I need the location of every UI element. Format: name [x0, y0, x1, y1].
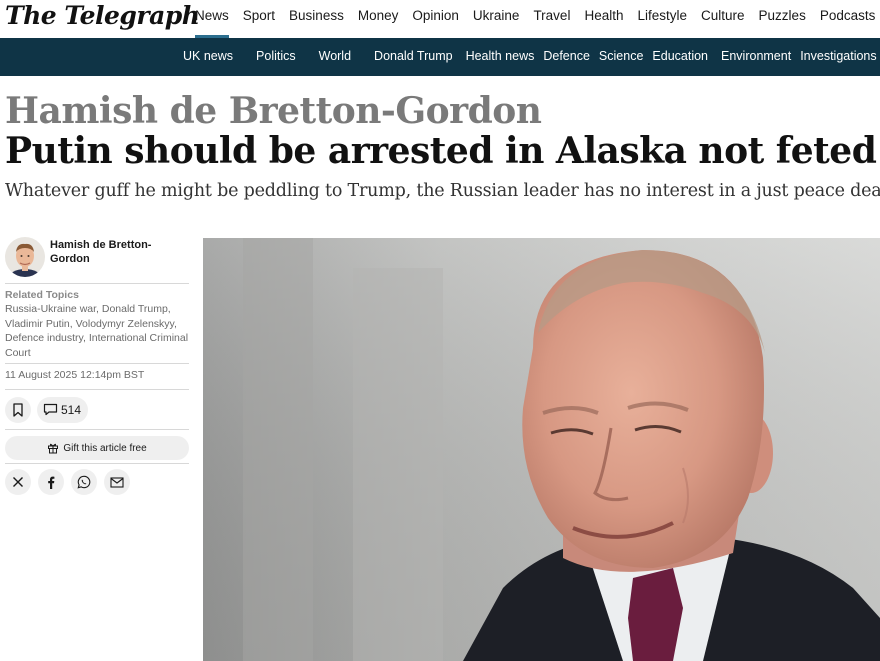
whatsapp-icon — [77, 475, 91, 489]
related-topics: Related Topics Russia-Ukraine war, Donal… — [5, 284, 189, 363]
nav-item-opinion[interactable]: Opinion — [412, 8, 459, 38]
publish-date: 11 August 2025 12:14pm BST — [5, 369, 145, 381]
subnav-item-defence[interactable]: Defence — [543, 49, 590, 63]
nav-item-health[interactable]: Health — [584, 8, 623, 38]
gift-article-button[interactable]: Gift this article free — [5, 436, 189, 460]
bookmark-button[interactable] — [5, 396, 31, 423]
section-subnav: UK news Politics World Donald Trump Heal… — [0, 38, 880, 76]
gift-icon — [48, 443, 59, 454]
facebook-icon — [48, 476, 55, 489]
share-email-button[interactable] — [104, 469, 130, 495]
subnav-item-environment[interactable]: Environment — [721, 49, 791, 63]
nav-item-ukraine[interactable]: Ukraine — [473, 8, 520, 38]
subnav-item-politics[interactable]: Politics — [256, 49, 296, 63]
x-icon — [13, 477, 23, 487]
subnav-item-world[interactable]: World — [319, 49, 351, 63]
article-standfirst: Whatever guff he might be peddling to Tr… — [5, 181, 880, 201]
article-headline: Putin should be arrested in Alaska not f… — [5, 130, 877, 172]
author-name[interactable]: Hamish de Bretton-Gordon — [50, 238, 160, 266]
subnav-item-uk-news[interactable]: UK news — [183, 49, 233, 63]
nav-item-culture[interactable]: Culture — [701, 8, 745, 38]
share-x-button[interactable] — [5, 469, 31, 495]
email-icon — [110, 476, 124, 488]
article-sidebar: Hamish de Bretton-Gordon Related Topics … — [5, 237, 189, 495]
nav-item-news[interactable]: News — [195, 8, 229, 38]
nav-item-lifestyle[interactable]: Lifestyle — [637, 8, 687, 38]
author-kicker[interactable]: Hamish de Bretton-Gordon — [5, 90, 542, 132]
related-topics-list[interactable]: Russia-Ukraine war, Donald Trump, Vladim… — [5, 302, 189, 360]
avatar[interactable] — [5, 237, 45, 277]
related-topics-label: Related Topics — [5, 289, 79, 301]
nav-item-travel[interactable]: Travel — [533, 8, 570, 38]
main-nav: News Sport Business Money Opinion Ukrain… — [195, 8, 880, 38]
subnav-item-investigations[interactable]: Investigations — [800, 49, 876, 63]
nav-item-podcasts[interactable]: Podcasts — [820, 8, 876, 38]
author-byline[interactable]: Hamish de Bretton-Gordon — [5, 237, 189, 283]
gift-article-label: Gift this article free — [63, 442, 147, 454]
comments-button[interactable]: 514 — [37, 396, 89, 423]
nav-item-sport[interactable]: Sport — [243, 8, 275, 38]
share-facebook-button[interactable] — [38, 469, 64, 495]
article-actions: 514 — [5, 390, 189, 429]
hero-image — [203, 238, 880, 661]
nav-item-puzzles[interactable]: Puzzles — [759, 8, 806, 38]
nav-item-business[interactable]: Business — [289, 8, 344, 38]
subnav-item-education[interactable]: Education — [652, 49, 708, 63]
comment-count: 514 — [61, 402, 82, 417]
comment-icon — [43, 403, 58, 416]
subnav-item-health-news[interactable]: Health news — [466, 49, 535, 63]
subnav-item-donald-trump[interactable]: Donald Trump — [374, 49, 453, 63]
bookmark-icon — [13, 402, 23, 417]
share-whatsapp-button[interactable] — [71, 469, 97, 495]
share-buttons — [5, 464, 189, 495]
telegraph-logo[interactable]: The Telegraph — [5, 1, 200, 30]
subnav-item-science[interactable]: Science — [599, 49, 643, 63]
top-navigation: The Telegraph News Sport Business Money … — [0, 0, 880, 38]
nav-item-money[interactable]: Money — [358, 8, 399, 38]
